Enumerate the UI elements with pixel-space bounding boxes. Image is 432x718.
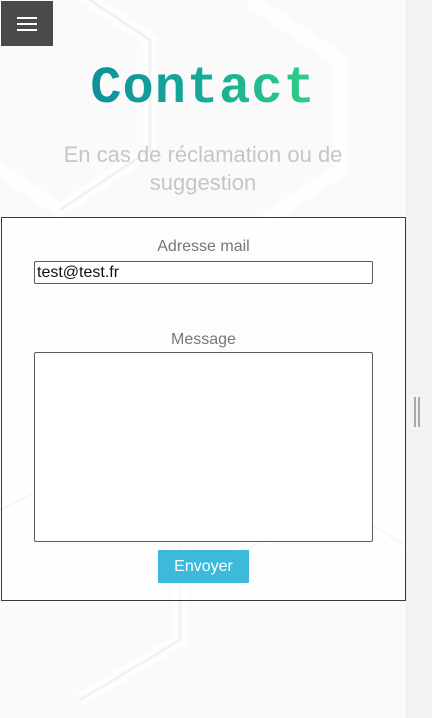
hamburger-menu-icon[interactable] [1, 1, 53, 46]
message-label: Message [171, 331, 236, 348]
page-subtitle: En cas de réclamation ou de suggestion [63, 142, 343, 195]
email-field[interactable] [34, 261, 373, 284]
page-title-text: Contact [90, 59, 316, 118]
message-field[interactable] [34, 352, 373, 542]
email-label: Adresse mail [157, 238, 250, 255]
page-title: Contact [0, 56, 406, 122]
send-button[interactable]: Envoyer [158, 550, 249, 583]
contact-form: Adresse mail Message Envoyer [1, 217, 406, 601]
resize-handle-icon[interactable] [413, 397, 422, 427]
scroll-gutter [407, 0, 432, 718]
